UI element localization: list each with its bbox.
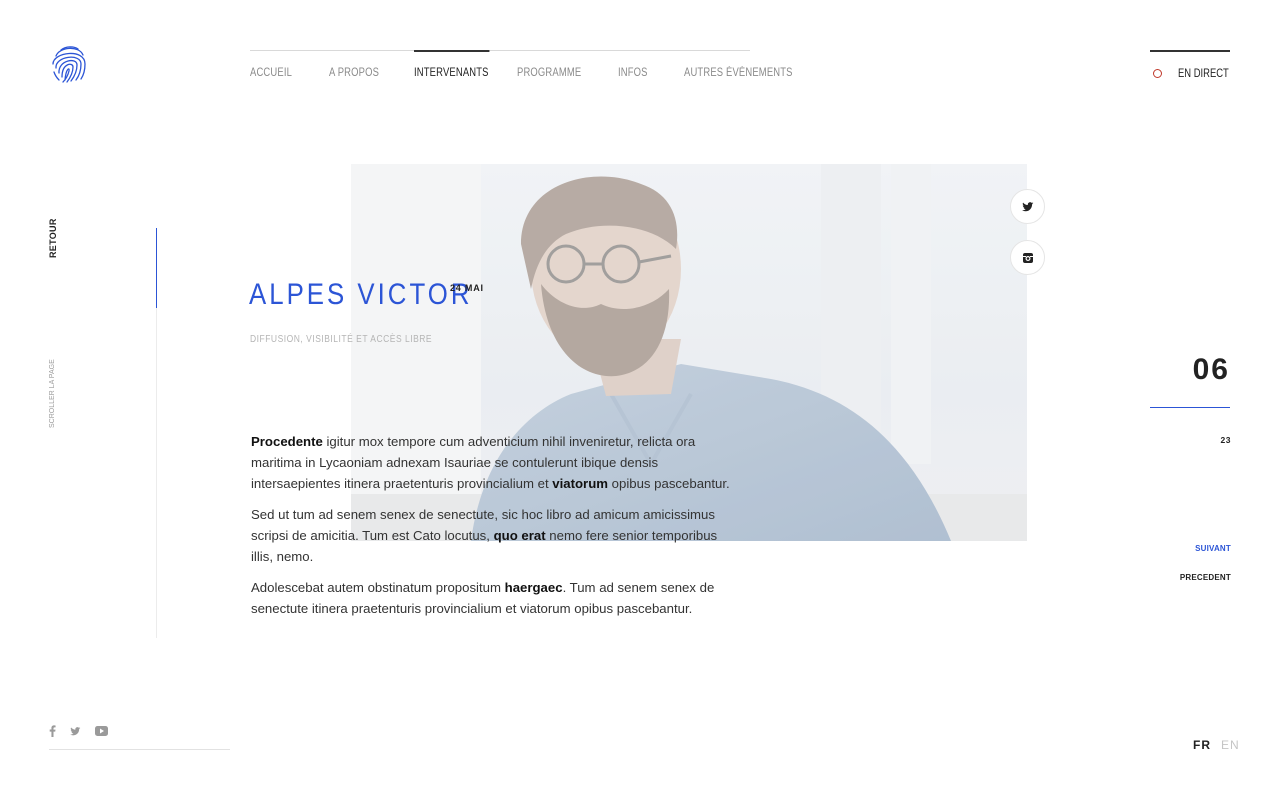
article-body: Procedente igitur mox tempore cum advent… [251,431,736,640]
previous-button[interactable]: PRECEDENT [1150,573,1231,582]
nav-item-infos[interactable]: INFOS [618,51,652,79]
live-dot-icon [1153,69,1162,78]
speaker-counter: 06 [1192,353,1230,386]
youtube-icon [95,726,108,736]
facebook-link[interactable] [49,725,56,737]
paragraph-text: opibus pascebantur. [607,476,730,491]
speaker-total: 23 [1220,435,1231,445]
nav-item-programme[interactable]: PROGRAMME [517,51,581,79]
main-nav: ACCUEIL A PROPOS INTERVENANTS PROGRAMME … [250,50,792,90]
paragraph: Procedente igitur mox tempore cum advent… [251,431,736,494]
paragraph: Sed ut tum ad senem senex de senectute, … [251,504,736,567]
lang-en[interactable]: EN [1221,738,1240,752]
talk-date: 24 MAI [450,283,484,293]
footer-divider [49,749,230,750]
emphasis: quo erat [493,528,546,543]
paragraph-text: Adolescebat autem obstinatum propositum [251,580,505,595]
twitter-icon [1021,201,1033,211]
lang-fr[interactable]: FR [1193,738,1211,752]
emphasis: haergaec [504,580,563,595]
twitter-share-button[interactable] [1010,189,1045,224]
youtube-link[interactable] [95,726,108,736]
paragraph: Adolescebat autem obstinatum propositum … [251,577,736,619]
nav-items: ACCUEIL A PROPOS INTERVENANTS PROGRAMME … [250,50,819,79]
footer-social-links [49,725,108,737]
fingerprint-icon [52,46,86,83]
live-label: EN DIRECT [1178,68,1229,80]
emphasis: viatorum [552,476,608,491]
scroll-progress [156,228,157,308]
fingerprint-logo[interactable] [50,42,88,84]
twitter-link[interactable] [70,726,81,736]
nav-item-accueil[interactable]: ACCUEIL [250,51,294,79]
language-switch: FR EN [1193,738,1240,752]
speaker-name: ALPES VICTOR [249,278,473,311]
counter-divider [1150,407,1230,408]
twitter-icon [70,726,81,735]
talk-subtitle: DIFFUSION, VISIBILITÉ ET ACCÈS LIBRE [250,334,433,345]
scroll-hint: SCROLLER LA PAGE [49,359,56,428]
emphasis: Procedente [251,434,323,449]
nav-item-intervenants[interactable]: INTERVENANTS [414,50,490,79]
next-button[interactable]: SUIVANT [1150,544,1231,553]
back-link[interactable]: RETOUR [48,218,58,258]
nav-item-autres-evenements[interactable]: AUTRES ÉVÈNEMENTS [684,51,792,79]
facebook-icon [49,725,56,737]
instagram-icon [1022,252,1033,263]
nav-item-a-propos[interactable]: A PROPOS [329,51,379,79]
live-link[interactable]: EN DIRECT [1150,50,1230,90]
instagram-share-button[interactable] [1010,240,1045,275]
